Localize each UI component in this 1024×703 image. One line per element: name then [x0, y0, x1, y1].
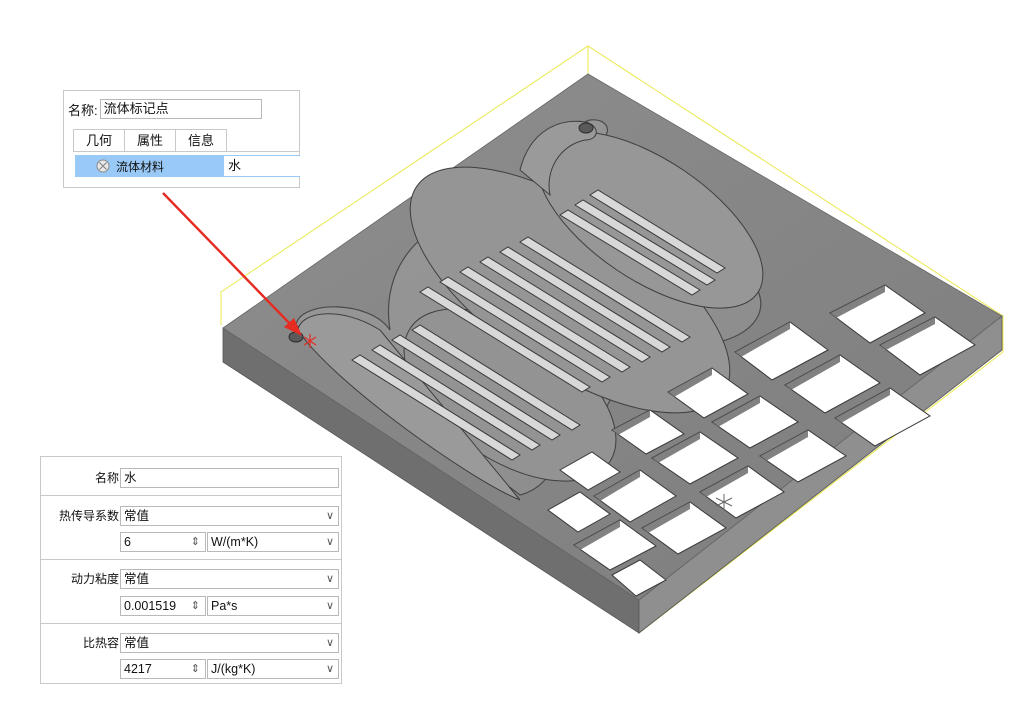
thermal-conductivity-mode: 常值: [124, 509, 150, 523]
chevron-down-icon: ∨: [325, 573, 334, 585]
fluid-material-value[interactable]: 水: [223, 156, 300, 176]
thermal-conductivity-label: 热传导系数: [58, 509, 119, 523]
spinner-icon[interactable]: ⇕: [191, 597, 200, 615]
chevron-down-icon: ∨: [325, 637, 334, 649]
dynamic-viscosity-mode: 常值: [124, 572, 150, 586]
dynamic-viscosity-unit: Pa*s: [211, 599, 238, 613]
thermal-conductivity-mode-select[interactable]: 常值 ∨: [120, 506, 339, 526]
outlet-hole: [578, 122, 594, 134]
separator: [41, 559, 341, 560]
thermal-conductivity-unit: W/(m*K): [211, 535, 259, 549]
spinner-icon[interactable]: ⇕: [191, 660, 200, 678]
dynamic-viscosity-mode-select[interactable]: 常值 ∨: [120, 569, 339, 589]
tab-info[interactable]: 信息: [175, 129, 228, 151]
material-name-input[interactable]: 水: [120, 468, 339, 488]
marker-name-label: 名称:: [68, 102, 98, 118]
specific-heat-label: 比热容: [82, 636, 119, 650]
chevron-down-icon: ∨: [325, 510, 334, 522]
tab-geometry[interactable]: 几何: [73, 129, 126, 151]
marker-properties-panel: 名称: 流体标记点 几何 属性 信息 流体材料 水: [63, 90, 300, 188]
tab-properties[interactable]: 属性: [124, 129, 177, 151]
material-ball-icon: [96, 159, 110, 173]
dynamic-viscosity-value: 0.001519: [124, 599, 177, 613]
separator: [41, 623, 341, 624]
specific-heat-mode: 常值: [124, 636, 150, 650]
callout-arrow: [162, 192, 302, 336]
specific-heat-unit-select[interactable]: J/(kg*K) ∨: [207, 659, 339, 679]
specific-heat-mode-select[interactable]: 常值 ∨: [120, 633, 339, 653]
thermal-conductivity-value: 6: [124, 535, 131, 549]
thermal-conductivity-value-spinbox[interactable]: 6 ⇕: [120, 532, 206, 552]
material-name-label: 名称: [94, 471, 119, 485]
chevron-down-icon: ∨: [325, 600, 334, 612]
marker-name-row: 名称: 流体标记点: [68, 99, 262, 119]
specific-heat-value-spinbox[interactable]: 4217 ⇕: [120, 659, 206, 679]
dynamic-viscosity-value-spinbox[interactable]: 0.001519 ⇕: [120, 596, 206, 616]
inlet-hole: [288, 331, 304, 343]
dynamic-viscosity-unit-select[interactable]: Pa*s ∨: [207, 596, 339, 616]
marker-name-input[interactable]: 流体标记点: [99, 99, 262, 119]
spinner-icon[interactable]: ⇕: [191, 533, 200, 551]
dynamic-viscosity-label: 动力粘度: [70, 572, 119, 586]
chevron-down-icon: ∨: [325, 536, 334, 548]
specific-heat-unit: J/(kg*K): [211, 662, 256, 676]
fluid-material-label: 流体材料: [116, 159, 165, 174]
specific-heat-value: 4217: [124, 662, 152, 676]
marker-tabs: 几何 属性 信息: [73, 129, 228, 151]
chevron-down-icon: ∨: [325, 663, 334, 675]
thermal-conductivity-unit-select[interactable]: W/(m*K) ∨: [207, 532, 339, 552]
separator: [41, 495, 341, 496]
material-properties-panel: 名称 水 热传导系数 常值 ∨ 6 ⇕ W/(m*K) ∨ 动力粘度 常值 ∨ …: [40, 456, 342, 684]
tab-divider: [73, 151, 299, 152]
fluid-material-row[interactable]: 流体材料 水: [75, 155, 300, 177]
